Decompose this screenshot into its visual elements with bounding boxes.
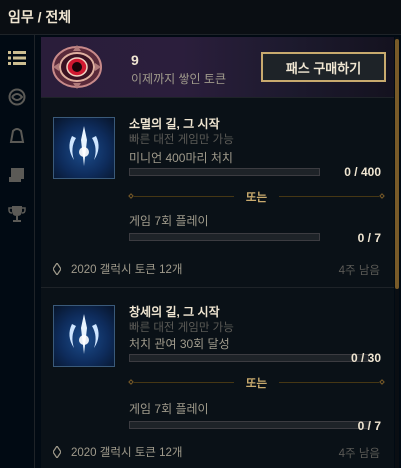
top-header: 임무 / 전체 xyxy=(0,0,401,35)
mission-title: 창세의 길, 그 시작 xyxy=(129,305,220,319)
objective-progress-value: 0 / 400 xyxy=(344,165,381,179)
time-remaining: 4주 남음 xyxy=(338,265,380,277)
mission-emblem-icon xyxy=(53,117,115,179)
or-divider: 또는 xyxy=(128,190,385,204)
objective-progress-value: 0 / 30 xyxy=(350,351,381,365)
mission-card: 소멸의 길, 그 시작 빠른 대전 게임만 가능 미니언 400마리 처치 0 … xyxy=(41,109,394,299)
trophy-icon xyxy=(8,206,26,222)
mission-title: 소멸의 길, 그 시작 xyxy=(129,117,220,131)
mission-card: 창세의 길, 그 시작 빠른 대전 게임만 가능 처치 관여 30회 달성 0 … xyxy=(41,297,394,468)
nav-scroll[interactable] xyxy=(0,160,34,190)
mission-reward: 2020 갤럭시 토큰 12개 xyxy=(53,261,182,277)
or-divider: 또는 xyxy=(128,376,385,390)
mission-subtitle: 빠른 대전 게임만 가능 xyxy=(129,134,234,146)
nav-swirl[interactable] xyxy=(0,82,34,112)
objective-label: 미니언 400마리 처치 xyxy=(129,151,233,165)
bell-icon xyxy=(9,128,25,143)
objective-progress-value: 0 / 7 xyxy=(357,231,381,245)
time-remaining: 4주 남음 xyxy=(338,448,380,460)
scroll-icon xyxy=(9,168,24,182)
buy-pass-button[interactable]: 패스 구매하기 xyxy=(261,52,386,82)
mission-emblem-icon xyxy=(53,305,115,367)
missions-panel: 9 이제까지 쌓인 토큰 패스 구매하기 소멸의 길, 그 시작 빠른 대전 게… xyxy=(41,37,394,468)
objective-progress-bar xyxy=(129,233,320,241)
card-divider xyxy=(41,287,394,288)
reward-text: 2020 갤럭시 토큰 12개 xyxy=(71,264,183,276)
swirl-icon xyxy=(8,88,26,106)
objective-progress-bar xyxy=(129,168,320,176)
objective-label: 처치 관여 30회 달성 xyxy=(129,337,230,351)
objective-label: 게임 7회 플레이 xyxy=(129,402,209,416)
mission-subtitle: 빠른 대전 게임만 가능 xyxy=(129,322,234,334)
objective-label: 게임 7회 플레이 xyxy=(129,214,209,228)
side-nav-rail xyxy=(0,35,35,468)
reward-text: 2020 갤럭시 토큰 12개 xyxy=(71,447,183,459)
event-token-icon xyxy=(52,45,102,89)
page-title: 임무 / 전체 xyxy=(8,9,72,25)
token-banner: 9 이제까지 쌓인 토큰 패스 구매하기 xyxy=(41,37,394,98)
nav-trophy[interactable] xyxy=(0,199,34,229)
or-label: 또는 xyxy=(245,192,268,204)
nav-list[interactable] xyxy=(0,43,34,73)
token-count-label: 이제까지 쌓인 토큰 xyxy=(131,72,226,86)
nav-bell[interactable] xyxy=(0,121,34,151)
or-label: 또는 xyxy=(245,378,268,390)
mission-reward: 2020 갤럭시 토큰 12개 xyxy=(53,444,182,460)
scrollbar[interactable] xyxy=(395,37,399,468)
scrollbar-thumb[interactable] xyxy=(395,39,399,289)
token-gem-icon xyxy=(53,263,61,275)
objective-progress-value: 0 / 7 xyxy=(357,419,381,433)
token-count: 9 xyxy=(131,52,139,68)
token-gem-icon xyxy=(53,446,61,458)
list-icon xyxy=(8,51,26,65)
